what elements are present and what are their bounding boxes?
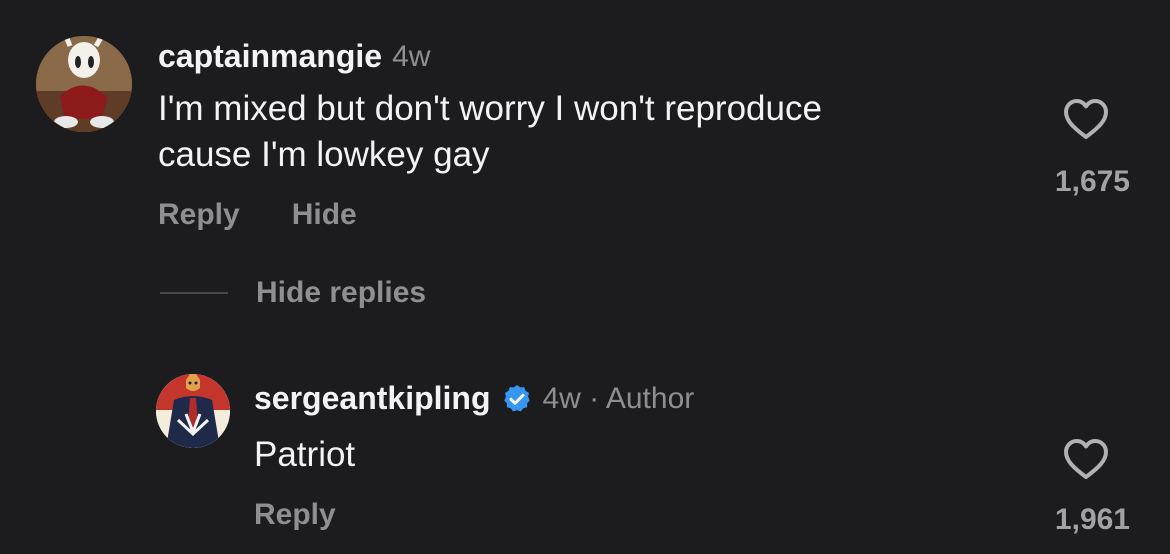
comment-text-line-1: I'm mixed but don't worry I won't reprod… — [158, 89, 822, 128]
reply-header: sergeantkipling 4w · Author — [254, 380, 694, 417]
avatar-image — [156, 374, 230, 448]
username[interactable]: captainmangie — [158, 38, 382, 75]
reply-button[interactable]: Reply — [254, 498, 336, 532]
hide-button[interactable]: Hide — [292, 198, 357, 232]
heart-outline-icon — [1064, 439, 1108, 479]
avatar-image — [36, 36, 132, 132]
like-button[interactable] — [1046, 436, 1126, 480]
verified-badge-icon — [501, 383, 533, 415]
avatar-captainmangie[interactable] — [36, 36, 132, 132]
username[interactable]: sergeantkipling — [254, 380, 491, 417]
timestamp: 4w — [392, 39, 431, 73]
hide-replies-row[interactable]: Hide replies — [160, 276, 426, 310]
comment-text: I'm mixed but don't worry I won't reprod… — [158, 86, 822, 178]
heart-outline-icon — [1064, 99, 1108, 139]
hide-replies-button[interactable]: Hide replies — [256, 276, 426, 310]
comment-actions: Reply Hide — [158, 198, 357, 232]
reply-actions: Reply — [254, 498, 336, 532]
like-button[interactable] — [1046, 96, 1126, 140]
avatar-sergeantkipling[interactable] — [156, 374, 230, 448]
comment-text-line-2: cause I'm lowkey gay — [158, 135, 490, 174]
replies-divider — [160, 292, 228, 294]
reply-text: Patriot — [254, 435, 356, 474]
like-count: 1,675 — [1054, 165, 1130, 198]
timestamp-author: 4w · Author — [542, 381, 695, 415]
comment-header: captainmangie 4w — [158, 38, 430, 75]
reply-button[interactable]: Reply — [158, 198, 240, 232]
like-count: 1,961 — [1054, 503, 1130, 536]
